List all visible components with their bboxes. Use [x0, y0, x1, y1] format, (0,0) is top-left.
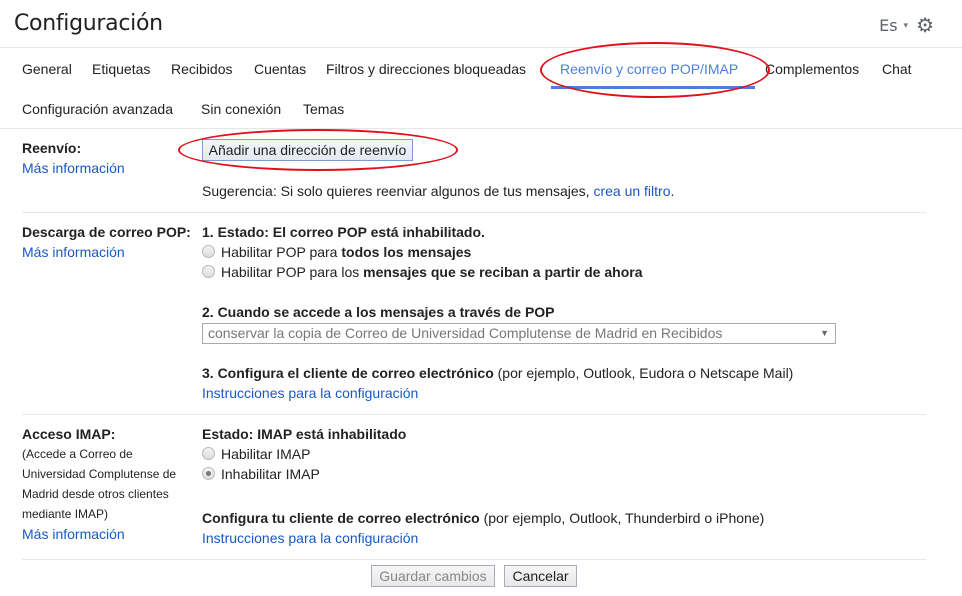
cancel-button[interactable]: Cancelar	[504, 565, 577, 587]
tab-etiquetas[interactable]: Etiquetas	[92, 61, 150, 77]
tabs-divider	[0, 128, 962, 129]
imap-option-enable[interactable]: Habilitar IMAP	[202, 446, 310, 462]
imap-more-info-link[interactable]: Más información	[22, 526, 125, 542]
imap-status: Estado: IMAP está inhabilitado	[202, 426, 407, 442]
radio-pop-all[interactable]	[202, 245, 215, 258]
pop-status: 1. Estado: El correo POP está inhabilita…	[202, 224, 485, 240]
option-text: Inhabilitar IMAP	[221, 466, 320, 482]
option-text: Habilitar IMAP	[221, 446, 311, 462]
radio-imap-disable[interactable]	[202, 467, 215, 480]
pop-label: Descarga de correo POP:	[22, 224, 191, 240]
configure-bold: 3. Configura el cliente de correo electr…	[202, 365, 494, 381]
option-text: Habilitar POP para	[221, 244, 342, 260]
pop-option-all[interactable]: Habilitar POP para todos los mensajes	[202, 244, 471, 260]
radio-imap-enable[interactable]	[202, 447, 215, 460]
select-value: conservar la copia de Correo de Universi…	[208, 325, 723, 341]
tab-chat[interactable]: Chat	[882, 61, 912, 77]
tab-recibidos[interactable]: Recibidos	[171, 61, 232, 77]
forwarding-tip: Sugerencia: Si solo quieres reenviar alg…	[202, 183, 674, 199]
pop-when-accessed-heading: 2. Cuando se accede a los mensajes a tra…	[202, 304, 555, 320]
configure-rest: (por ejemplo, Outlook, Eudora o Netscape…	[493, 365, 794, 381]
pop-instructions-link[interactable]: Instrucciones para la configuración	[202, 385, 418, 401]
configure-bold: Configura tu cliente de correo electróni…	[202, 510, 480, 526]
forwarding-more-info-link[interactable]: Más información	[22, 160, 125, 176]
imap-label: Acceso IMAP:	[22, 426, 116, 442]
gear-icon[interactable]: ⚙	[916, 13, 934, 38]
page-title: Configuración	[14, 11, 163, 36]
tab-configuracion-avanzada[interactable]: Configuración avanzada	[22, 101, 173, 117]
tip-text: Sugerencia: Si solo quieres reenviar alg…	[202, 183, 594, 199]
tab-cuentas[interactable]: Cuentas	[254, 61, 306, 77]
tab-complementos[interactable]: Complementos	[765, 61, 859, 77]
save-changes-button[interactable]: Guardar cambios	[371, 565, 495, 587]
imap-description: (Accede a Correo de Universidad Complute…	[22, 444, 176, 524]
option-bold: mensajes que se reciban a partir de ahor…	[363, 264, 643, 280]
imap-instructions-link[interactable]: Instrucciones para la configuración	[202, 530, 418, 546]
forwarding-label: Reenvío:	[22, 140, 82, 156]
option-text: Habilitar POP para los	[221, 264, 364, 280]
tab-reenvio-pop-imap[interactable]: Reenvío y correo POP/IMAP	[560, 61, 738, 77]
imap-desc-line: Universidad Complutense de	[22, 467, 177, 481]
tab-temas[interactable]: Temas	[303, 101, 344, 117]
dropdown-arrow-icon: ▼	[820, 328, 829, 338]
tab-general[interactable]: General	[22, 61, 72, 77]
imap-desc-line: (Accede a Correo de	[22, 447, 133, 461]
imap-configure-client: Configura tu cliente de correo electróni…	[202, 510, 764, 526]
header-controls: Es ▾ ⚙	[879, 13, 934, 38]
imap-desc-line: mediante IMAP)	[22, 507, 109, 521]
pop-more-info-link[interactable]: Más información	[22, 244, 125, 260]
add-forwarding-address-button[interactable]: Añadir una dirección de reenvío	[202, 139, 413, 161]
configure-rest: (por ejemplo, Outlook, Thunderbird o iPh…	[479, 510, 765, 526]
header-divider	[0, 47, 962, 48]
active-tab-indicator	[551, 86, 755, 89]
section-divider	[22, 212, 926, 213]
language-selector[interactable]: Es	[879, 16, 897, 35]
chevron-down-icon[interactable]: ▾	[904, 20, 909, 31]
imap-desc-line: Madrid desde otros clientes	[22, 487, 169, 501]
imap-option-disable[interactable]: Inhabilitar IMAP	[202, 466, 320, 482]
tab-sin-conexion[interactable]: Sin conexión	[201, 101, 281, 117]
radio-pop-from-now[interactable]	[202, 265, 215, 278]
pop-option-from-now[interactable]: Habilitar POP para los mensajes que se r…	[202, 264, 642, 280]
pop-configure-client: 3. Configura el cliente de correo electr…	[202, 365, 793, 381]
create-filter-link[interactable]: crea un filtro	[593, 183, 670, 199]
tab-filtros[interactable]: Filtros y direcciones bloqueadas	[326, 61, 526, 77]
tip-suffix: .	[670, 183, 675, 199]
section-divider	[22, 559, 926, 560]
pop-action-select[interactable]: conservar la copia de Correo de Universi…	[202, 323, 836, 344]
section-divider	[22, 414, 926, 415]
option-bold: todos los mensajes	[341, 244, 472, 260]
